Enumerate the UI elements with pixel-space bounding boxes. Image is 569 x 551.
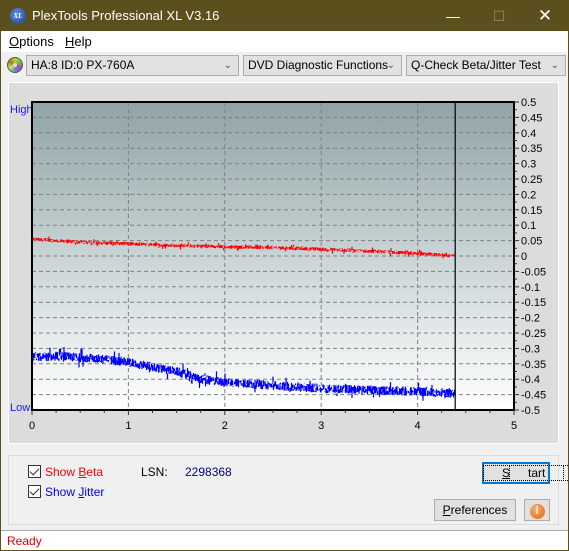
show-beta-checkbox[interactable] [28, 465, 41, 478]
x-tick-label: 5 [511, 420, 517, 432]
beta-jitter-chart: High Low 0 1 2 3 4 5 0.5 0.45 0.4 0.35 0.3 0.25 0.2… [10, 97, 546, 432]
close-button[interactable]: ✕ [522, 1, 568, 31]
info-icon: i [529, 504, 545, 519]
y-tick-label: 0.35 [521, 143, 542, 155]
y-tick-label: -0.1 [521, 282, 540, 294]
disc-icon [7, 57, 23, 73]
preferences-button[interactable]: Preferences [434, 499, 516, 521]
x-tick-label: 1 [125, 420, 131, 432]
lsn-label: LSN: [141, 465, 168, 479]
drive-select[interactable]: HA:8 ID:0 PX-760A ⌄ [26, 55, 239, 76]
test-select[interactable]: Q-Check Beta/Jitter Test ⌄ [406, 55, 566, 76]
function-select-value: DVD Diagnostic Functions [248, 58, 389, 72]
axis-label-low: Low [10, 402, 30, 414]
y-tick-label: 0.2 [521, 189, 536, 201]
maximize-button[interactable]: ☐ [476, 1, 522, 31]
chevron-down-icon: ⌄ [386, 60, 395, 71]
x-tick-label: 3 [318, 420, 324, 432]
y-tick-label: 0.1 [521, 220, 536, 232]
y-tick-label: -0.45 [521, 390, 546, 402]
menu-help[interactable]: Help [65, 34, 92, 49]
y-tick-label: -0.05 [521, 266, 546, 278]
menu-bar: Options Help [1, 31, 568, 52]
y-tick-label: 0 [521, 251, 527, 263]
axis-label-high: High [10, 104, 33, 116]
info-button[interactable]: i [524, 499, 550, 521]
drive-select-value: HA:8 ID:0 PX-760A [31, 58, 135, 72]
chevron-down-icon: ⌄ [223, 60, 232, 71]
x-tick-label: 2 [222, 420, 228, 432]
chevron-down-icon: ⌄ [550, 60, 559, 71]
function-select[interactable]: DVD Diagnostic Functions ⌄ [243, 55, 402, 76]
y-tick-label: -0.2 [521, 313, 540, 325]
toolbar: HA:8 ID:0 PX-760A ⌄ DVD Diagnostic Funct… [1, 52, 568, 79]
lsn-value: 2298368 [185, 465, 232, 479]
y-tick-label: 0.25 [521, 174, 542, 186]
x-tick-label: 4 [415, 420, 421, 432]
chart-frame: High Low 0 1 2 3 4 5 0.5 0.45 0.4 0.35 0.3 0.25 0.2… [8, 82, 559, 444]
window-title: PlexTools Professional XL V3.16 [32, 8, 220, 23]
y-tick-label: 0.3 [521, 159, 536, 171]
show-jitter-checkbox[interactable] [28, 485, 41, 498]
y-tick-label: 0.45 [521, 112, 542, 124]
show-jitter-label[interactable]: Show Jitter [45, 485, 104, 499]
y-tick-label: -0.5 [521, 405, 540, 417]
y-tick-label: 0.5 [521, 97, 536, 109]
close-icon: ✕ [537, 6, 553, 25]
y-tick-label: 0.4 [521, 128, 536, 140]
y-tick-label: -0.15 [521, 297, 546, 309]
x-tick-label: 0 [29, 420, 35, 432]
y-tick-label: -0.3 [521, 343, 540, 355]
status-bar: Ready [1, 530, 568, 550]
minimize-icon: — [446, 8, 460, 24]
y-tick-label: -0.35 [521, 359, 546, 371]
y-tick-label: 0.15 [521, 205, 542, 217]
start-button[interactable]: Start [482, 462, 569, 484]
main-window: XL PlexTools Professional XL V3.16 — ☐ ✕… [0, 0, 569, 551]
y-tick-label: -0.25 [521, 328, 546, 340]
minimize-button[interactable]: — [430, 1, 476, 31]
test-select-value: Q-Check Beta/Jitter Test [411, 58, 541, 72]
status-text: Ready [7, 534, 42, 548]
y-tick-label: -0.4 [521, 374, 540, 386]
y-tick-label: 0.05 [521, 236, 542, 248]
menu-options[interactable]: Options [9, 34, 54, 49]
maximize-icon: ☐ [492, 8, 506, 24]
app-logo-icon: XL [10, 8, 26, 24]
title-bar: XL PlexTools Professional XL V3.16 — ☐ ✕ [1, 1, 568, 31]
controls-panel: Show Beta Show Jitter LSN: 2298368 Start… [8, 455, 569, 525]
show-beta-label[interactable]: Show Beta [45, 465, 103, 479]
